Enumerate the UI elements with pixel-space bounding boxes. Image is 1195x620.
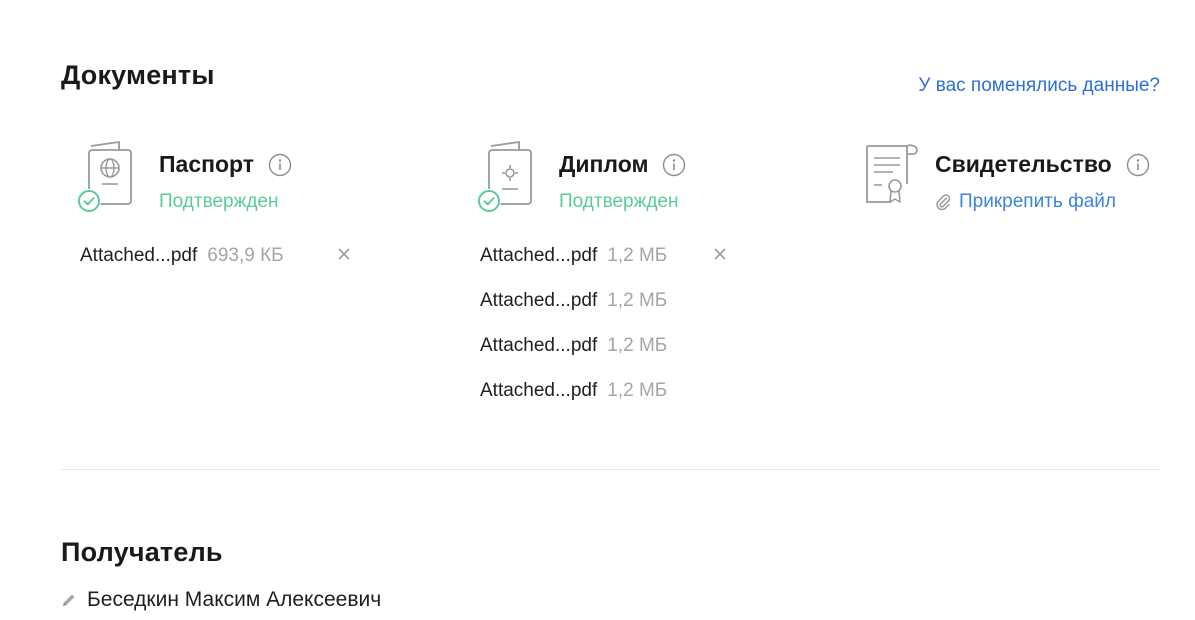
documents-title: Документы (61, 60, 215, 90)
file-name-link[interactable]: Attached...pdf (480, 290, 597, 312)
file-name-link[interactable]: Attached...pdf (480, 380, 597, 402)
file-size: 1,2 МБ (607, 290, 668, 311)
certificate-icon (866, 144, 918, 203)
close-icon[interactable] (712, 246, 728, 262)
passport-file-list: Attached...pdf 693,9 КБ (80, 245, 350, 290)
file-item: Attached...pdf 1,2 МБ (480, 245, 726, 290)
file-size: 1,2 МБ (607, 335, 668, 356)
close-icon[interactable] (336, 246, 352, 262)
confirmed-check-icon (77, 189, 101, 213)
file-name-link[interactable]: Attached...pdf (80, 245, 197, 267)
file-size: 1,2 МБ (607, 245, 668, 266)
status-badge: Подтвержден (559, 191, 679, 212)
info-icon[interactable] (662, 153, 686, 177)
data-changed-link[interactable]: У вас поменялись данные? (918, 75, 1160, 97)
file-item: Attached...pdf 693,9 КБ (80, 245, 350, 290)
section-divider (61, 469, 1161, 470)
recipient-title: Получатель (61, 537, 223, 567)
document-name: Диплом (559, 151, 649, 177)
file-item: Attached...pdf 1,2 МБ (480, 380, 667, 425)
diploma-file-list: Attached...pdf 1,2 МБ Attached...pdf 1,2… (480, 245, 726, 425)
file-name-link[interactable]: Attached...pdf (480, 245, 597, 267)
file-size: 1,2 МБ (607, 380, 668, 401)
info-icon[interactable] (268, 153, 292, 177)
file-size: 693,9 КБ (207, 245, 284, 266)
info-icon[interactable] (1126, 153, 1150, 177)
pencil-icon[interactable] (61, 592, 77, 608)
file-item: Attached...pdf 1,2 МБ (480, 290, 667, 335)
status-badge: Подтвержден (159, 191, 279, 212)
paperclip-icon (936, 194, 951, 211)
document-name: Паспорт (159, 151, 255, 177)
document-name: Свидетельство (935, 151, 1112, 177)
confirmed-check-icon (477, 189, 501, 213)
file-name-link[interactable]: Attached...pdf (480, 335, 597, 357)
recipient-row[interactable]: Беседкин Максим Алексеевич (61, 588, 381, 612)
file-item: Attached...pdf 1,2 МБ (480, 335, 667, 380)
recipient-name: Беседкин Максим Алексеевич (87, 588, 382, 611)
attach-file-button[interactable]: Прикрепить файл (935, 191, 1116, 213)
attach-file-label: Прикрепить файл (959, 191, 1116, 212)
